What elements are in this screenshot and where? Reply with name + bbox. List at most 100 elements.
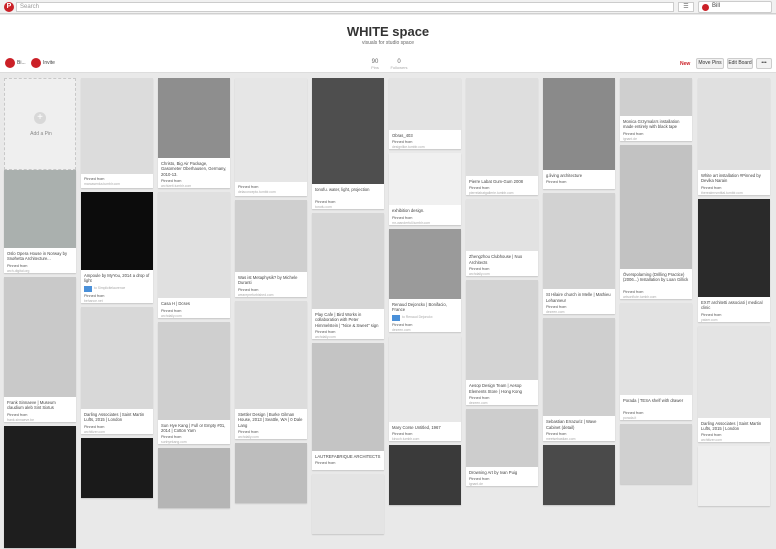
pin-card[interactable]: EXIT architetti associati | medical clin…	[698, 198, 770, 322]
pin-card[interactable]: Pinned from marcasenka.tumblr.com	[81, 78, 153, 188]
pin-image[interactable]	[235, 443, 307, 503]
pin-image[interactable]	[620, 303, 692, 395]
pin-image[interactable]	[389, 78, 461, 130]
pin-image[interactable]	[620, 423, 692, 484]
pin-card[interactable]: Zhengzhou Clubhouse | Nuo Architects Pinn…	[466, 199, 538, 277]
pin-card[interactable]: Play Cafe | Bird Works in collaboration …	[312, 212, 384, 339]
pin-card[interactable]: Drowning Art by Ivan Puig Pinned from igna…	[466, 409, 538, 487]
pin-source-link[interactable]: archdaily.com	[469, 272, 535, 276]
pin-source-link[interactable]: therealmrsmittal.tumblr.com	[701, 191, 767, 195]
pin-image[interactable]	[389, 228, 461, 299]
move-pins-button[interactable]: Move Pins	[696, 58, 724, 69]
pin-source-link[interactable]: arch-digital.org	[7, 269, 73, 273]
user-menu-button[interactable]: Bill	[698, 1, 772, 13]
pin-card[interactable]: Porada | TESA shelf with drawer Pinned fr…	[620, 303, 692, 420]
owner-avatar[interactable]	[5, 58, 15, 68]
pins-stat[interactable]: 90 Pins	[363, 59, 387, 70]
pin-image[interactable]	[466, 78, 538, 176]
pin-card[interactable]: LAUTREFABRIQUE ARCHITECTS Pinned from	[312, 343, 384, 471]
pin-card[interactable]: Renaud Dejonckx | Bonifacio, France to Re…	[389, 228, 461, 332]
pin-image[interactable]	[4, 170, 76, 248]
pin-source-link[interactable]: archdaily.com	[238, 435, 304, 439]
pin-source-link[interactable]: tonofu.com	[315, 205, 381, 209]
pinterest-logo-icon[interactable]: P	[4, 2, 14, 12]
pin-image[interactable]	[698, 78, 770, 170]
pin-image[interactable]	[312, 343, 384, 451]
pin-source-link[interactable]: kinoch.tumblr.com	[392, 437, 458, 441]
owner-name[interactable]: Bi...	[17, 60, 26, 66]
pin-image[interactable]	[698, 325, 770, 418]
pin-card[interactable]	[698, 446, 770, 507]
pin-image[interactable]	[543, 78, 615, 170]
pin-source-link[interactable]: ignant.de	[469, 482, 535, 486]
pin-image[interactable]	[4, 276, 76, 397]
pin-image[interactable]	[158, 192, 230, 299]
pin-image[interactable]	[312, 212, 384, 309]
pin-card[interactable]	[389, 445, 461, 505]
pin-image[interactable]	[620, 78, 692, 116]
pin-card[interactable]: Was ist Metaphysik? by Michele Duranti Pi…	[235, 200, 307, 297]
pin-image[interactable]	[235, 78, 307, 182]
pin-card[interactable]: Aesop Design Team | Aesop Elements Store…	[466, 280, 538, 405]
pin-card[interactable]: Stettler Design | Burke Gilman House, 20…	[235, 300, 307, 439]
pin-image[interactable]	[158, 78, 230, 158]
pin-source-link[interactable]: archdaily.com	[315, 335, 381, 339]
pin-image[interactable]	[466, 199, 538, 252]
pin-image[interactable]	[620, 144, 692, 269]
pin-image[interactable]	[389, 445, 461, 505]
pin-card[interactable]: Oslo Opera House in Norway by Snøhetta A…	[4, 170, 76, 273]
pin-image[interactable]	[543, 445, 615, 505]
pin-image[interactable]	[81, 306, 153, 409]
pin-card[interactable]	[312, 474, 384, 535]
pin-card[interactable]: Monica Grzymala's installation made enti…	[620, 78, 692, 141]
pin-card[interactable]: Överspolarning (Drilling Practice) (2006…	[620, 144, 692, 299]
invite-link[interactable]: Invite	[43, 60, 55, 66]
pin-card[interactable]: Sun Hye Kang | Full or Empty #01, 2014 |…	[158, 321, 230, 445]
pin-source-link[interactable]: archizeit.tumblr.com	[161, 184, 227, 188]
pin-image[interactable]	[81, 78, 153, 174]
invite-avatar[interactable]	[31, 58, 41, 68]
pin-image[interactable]	[389, 335, 461, 422]
pin-image[interactable]	[312, 78, 384, 184]
pin-source-link[interactable]: architizer.com	[84, 430, 150, 434]
pin-image[interactable]	[81, 437, 153, 498]
pin-attribution[interactable]: to Simplicitelaurence	[94, 286, 153, 290]
pin-source-link[interactable]: frank-sinnaeve.be	[7, 418, 73, 422]
pin-card[interactable]	[81, 437, 153, 498]
pin-image[interactable]	[312, 474, 384, 535]
pin-source-link[interactable]: pierrelabatgallerie.tumblr.com	[469, 191, 535, 195]
pin-image[interactable]	[466, 409, 538, 467]
pin-card[interactable]	[620, 423, 692, 484]
pin-card[interactable]: exhibition design. Pinned from mr-wanderfu…	[389, 153, 461, 225]
pin-card[interactable]	[543, 445, 615, 505]
pin-image[interactable]	[389, 153, 461, 206]
pin-card[interactable]: Pierre Labat Gum-Gum 2008 Pinned from pier…	[466, 78, 538, 196]
pin-card[interactable]: g.living architecture Pinned from	[543, 78, 615, 190]
pin-attribution[interactable]: to Renaud Dejonckx	[402, 315, 461, 319]
pin-card[interactable]: tonofu. water, light, projection Pinned f…	[312, 78, 384, 209]
pin-source-link[interactable]: architizer.com	[701, 438, 767, 442]
pin-image[interactable]	[698, 446, 770, 507]
pin-source-link[interactable]: dezeen.com	[546, 310, 612, 314]
pin-card[interactable]	[4, 425, 76, 548]
pin-card[interactable]	[235, 443, 307, 503]
pin-source-link[interactable]: meetsebastian.com	[546, 437, 612, 441]
add-pin-button[interactable]: + Add a Pin	[4, 78, 76, 170]
search-input[interactable]: Search	[16, 2, 674, 12]
pin-card[interactable]: Frank Sinnaeve | Museum claudium aleb Si…	[4, 276, 76, 422]
pin-image[interactable]	[81, 192, 153, 270]
pin-image[interactable]	[158, 448, 230, 509]
more-options-button[interactable]: •••	[756, 58, 772, 69]
pin-image[interactable]	[235, 300, 307, 409]
pin-card[interactable]: Darling Associates | Saint Martin Lufts,…	[81, 306, 153, 434]
pin-source-link[interactable]: dezeen.com	[469, 401, 535, 405]
pin-source-link[interactable]: behance.net	[84, 299, 150, 303]
pin-card[interactable]: Darling Associates | Saint Martin Lufts,…	[698, 325, 770, 443]
pin-card[interactable]: St Hilaire church in Melle | Mathieu Leh…	[543, 193, 615, 315]
menu-icon[interactable]: ☰	[678, 2, 694, 12]
pin-card[interactable]: Casa H | Dcses Pinned from archdaily.com	[158, 192, 230, 318]
pin-image[interactable]	[543, 318, 615, 417]
pin-source-link[interactable]: ignant.de	[623, 137, 689, 141]
pin-card[interactable]: Sebastian Errazuriz | Wave Cabinet (deta…	[543, 318, 615, 441]
pin-card[interactable]	[158, 448, 230, 509]
